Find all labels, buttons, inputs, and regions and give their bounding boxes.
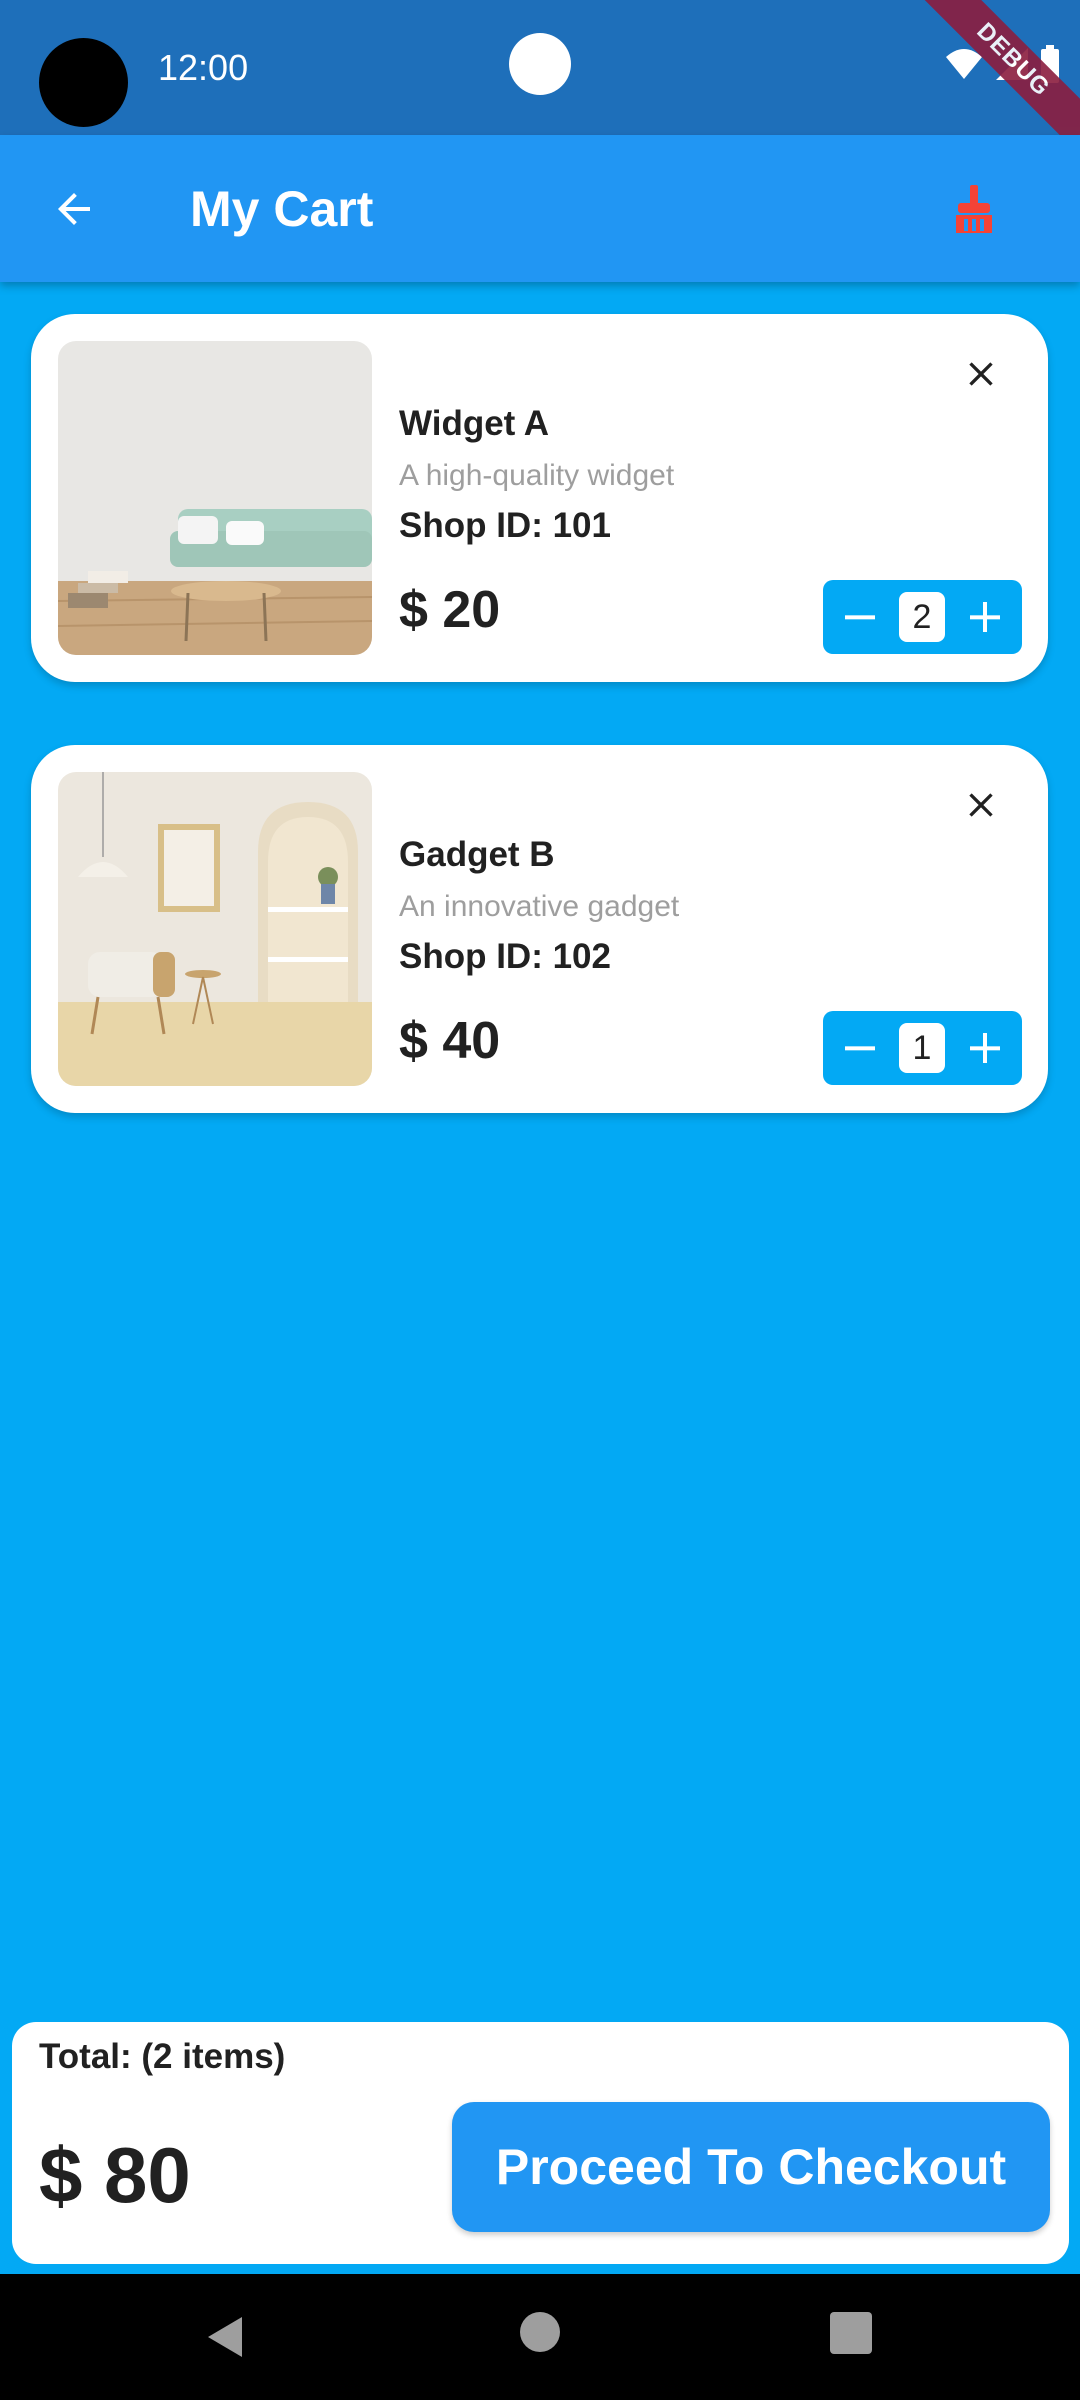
- quantity-stepper: 2: [823, 580, 1022, 654]
- item-name: Gadget B: [399, 835, 555, 874]
- nav-back-icon[interactable]: [200, 2312, 250, 2362]
- product-image: [58, 341, 372, 655]
- nav-recents-icon[interactable]: [830, 2312, 872, 2354]
- product-image: [58, 772, 372, 1086]
- increment-button[interactable]: [960, 592, 1010, 642]
- total-label: Total: (2 items): [39, 2037, 286, 2076]
- close-icon: [969, 793, 993, 817]
- minus-icon: [845, 615, 875, 620]
- item-shop-id: Shop ID: 101: [399, 506, 611, 545]
- item-price: $ 20: [399, 581, 501, 639]
- item-price: $ 40: [399, 1012, 501, 1070]
- quantity-value: 1: [899, 1023, 945, 1073]
- quantity-stepper: 1: [823, 1011, 1022, 1085]
- clear-cart-button[interactable]: [930, 165, 1018, 253]
- remove-item-button[interactable]: [951, 344, 1011, 404]
- system-nav-bar: [0, 2274, 1080, 2400]
- close-icon: [969, 362, 993, 386]
- cart-item-card: Widget A A high-quality widget Shop ID: …: [31, 314, 1048, 682]
- remove-item-button[interactable]: [951, 775, 1011, 835]
- decrement-button[interactable]: [835, 1023, 885, 1073]
- status-time: 12:00: [158, 47, 249, 88]
- back-button[interactable]: [30, 165, 118, 253]
- increment-button[interactable]: [960, 1023, 1010, 1073]
- cart-item-card: Gadget B An innovative gadget Shop ID: 1…: [31, 745, 1048, 1113]
- total-panel: Total: (2 items) $ 80 Proceed To Checkou…: [12, 2022, 1069, 2264]
- cleaning-brush-icon: [956, 185, 992, 233]
- checkout-button[interactable]: Proceed To Checkout: [452, 2102, 1050, 2232]
- decrement-button[interactable]: [835, 592, 885, 642]
- plus-icon: [970, 602, 1000, 632]
- item-description: An innovative gadget: [399, 890, 680, 923]
- nav-home-icon[interactable]: [520, 2312, 560, 2352]
- app-bar: My Cart: [0, 135, 1080, 282]
- status-bar: 12:00 DEBUG: [0, 0, 1080, 163]
- status-dot: [509, 33, 571, 95]
- arrow-back-icon: [58, 193, 90, 225]
- plus-icon: [970, 1033, 1000, 1063]
- minus-icon: [845, 1046, 875, 1051]
- item-description: A high-quality widget: [399, 459, 675, 492]
- item-name: Widget A: [399, 404, 550, 443]
- camera-cutout: [39, 38, 128, 127]
- item-shop-id: Shop ID: 102: [399, 937, 611, 976]
- page-title: My Cart: [190, 181, 374, 237]
- total-value: $ 80: [39, 2131, 191, 2219]
- quantity-value: 2: [899, 592, 945, 642]
